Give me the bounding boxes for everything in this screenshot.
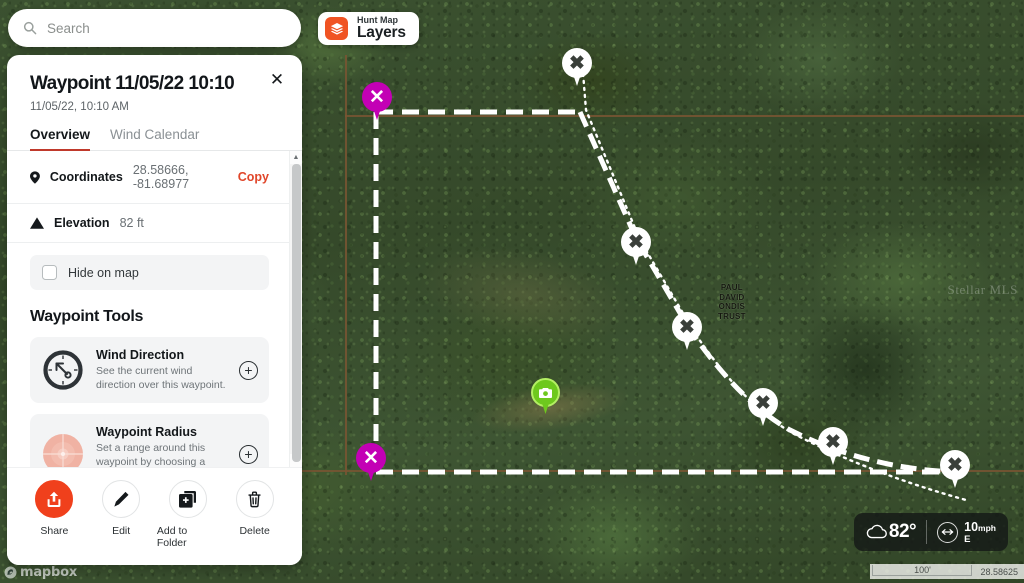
x-icon: ✖ [569, 52, 585, 74]
hunt-map-layers-button[interactable]: Hunt Map Layers [318, 12, 419, 45]
scrollbar-thumb[interactable] [291, 164, 301, 462]
hide-on-map-checkbox[interactable] [42, 265, 57, 280]
wind-arrow-icon [937, 521, 959, 543]
x-icon: ✕ [363, 447, 379, 469]
camera-icon [531, 378, 560, 407]
waypoint-tools-heading: Waypoint Tools [30, 308, 144, 325]
coordinates-value: 28.58666, -81.68977 [132, 163, 190, 191]
wind-speed-value: 10 [964, 520, 979, 534]
map-marker-white-x[interactable]: ✖ [818, 427, 848, 467]
wind-direction-value: E [964, 534, 971, 546]
add-to-folder-button[interactable]: Add to Folder [157, 480, 219, 549]
panel-tabs: Overview Wind Calendar [7, 127, 302, 151]
waypoint-detail-panel: Waypoint 11/05/22 10:10 11/05/22, 10:10 … [7, 55, 302, 565]
layers-stack-icon [325, 17, 348, 40]
hide-on-map-label: Hide on map [68, 265, 139, 280]
hide-on-map-toggle[interactable]: Hide on map [30, 255, 269, 290]
map-marker-white-x[interactable]: ✖ [621, 227, 651, 267]
layers-button-text: Hunt Map Layers [357, 15, 406, 42]
tool-wind-direction[interactable]: Wind Direction See the current wind dire… [30, 337, 269, 403]
panel-header: Waypoint 11/05/22 10:10 11/05/22, 10:10 … [7, 55, 302, 113]
section-line-vertical [345, 55, 347, 475]
section-line-horizontal-bottom [300, 470, 1024, 472]
x-icon: ✖ [947, 454, 963, 476]
waypoint-timestamp: 11/05/22, 10:10 AM [30, 101, 129, 113]
map-marker-white-x[interactable]: ✖ [562, 48, 592, 88]
copy-coordinates-button[interactable]: Copy [238, 170, 269, 184]
x-icon: ✖ [825, 431, 841, 453]
panel-content: Coordinates 28.58666, -81.68977 Copy Ele… [7, 151, 289, 467]
elevation-value: 82 ft [119, 216, 144, 230]
share-icon [35, 480, 74, 518]
coordinates-row: Coordinates 28.58666, -81.68977 Copy [7, 151, 289, 204]
app-root: PAUL DAVID ONDIS TRUST Stellar MLS ✕ ✕ ✖ ✖ … [0, 0, 1024, 583]
search-input[interactable]: Search [47, 21, 90, 36]
share-label: Share [40, 525, 69, 537]
temperature-value: 82° [888, 521, 917, 542]
page-title: Waypoint 11/05/22 10:10 [30, 73, 235, 94]
x-icon: ✖ [755, 392, 771, 414]
scale-coordinate: 28.58625 [980, 566, 1018, 577]
map-shadow-patch [790, 300, 940, 440]
pencil-icon [102, 480, 141, 518]
tab-overview[interactable]: Overview [30, 127, 91, 151]
map-pin-icon [30, 170, 40, 184]
search-icon [23, 21, 37, 35]
scrollbar-track[interactable] [289, 164, 302, 462]
wind-speed-unit: mph [978, 523, 996, 533]
stellar-mls-watermark: Stellar MLS [947, 282, 1018, 297]
share-button[interactable]: Share [23, 480, 85, 549]
add-to-folder-icon [168, 480, 207, 518]
tool-text: Waypoint Radius Set a range around this … [96, 425, 228, 467]
mapbox-attribution[interactable]: mapbox [4, 565, 77, 580]
tool-text: Wind Direction See the current wind dire… [96, 348, 228, 392]
coordinates-label: Coordinates [49, 170, 123, 184]
wind-direction-icon [41, 348, 85, 392]
map-marker-white-x[interactable]: ✖ [940, 450, 970, 490]
map-marker-magenta-x[interactable]: ✕ [362, 82, 392, 122]
map-marker-magenta-x[interactable]: ✕ [356, 443, 386, 483]
tool-description: Set a range around this waypoint by choo… [96, 442, 206, 467]
cloud-icon [866, 524, 887, 538]
map-marker-white-x[interactable]: ✖ [748, 388, 778, 428]
mountain-icon [30, 217, 44, 229]
scale-distance: 100' [872, 565, 973, 576]
tool-title: Waypoint Radius [96, 425, 197, 439]
add-to-folder-label: Add to Folder [156, 525, 188, 549]
layers-button-line2: Layers [357, 24, 406, 42]
edit-label: Edit [112, 525, 131, 537]
add-wind-direction-button[interactable]: + [239, 360, 258, 380]
delete-button[interactable]: Delete [224, 480, 286, 549]
elevation-label: Elevation [54, 216, 110, 230]
elevation-row: Elevation 82 ft [7, 204, 289, 243]
map-marker-camera[interactable] [531, 378, 560, 416]
add-waypoint-radius-button[interactable]: + [239, 444, 258, 464]
tool-title: Wind Direction [96, 348, 185, 362]
mapbox-logo-icon [4, 566, 17, 579]
section-line-horizontal-top [345, 115, 1024, 117]
tool-description: See the current wind direction over this… [96, 365, 226, 391]
waypoint-radius-icon [41, 432, 85, 467]
scroll-up-arrow[interactable]: ▲ [293, 151, 300, 164]
trash-icon [235, 480, 274, 518]
tool-waypoint-radius[interactable]: Waypoint Radius Set a range around this … [30, 414, 269, 467]
parcel-owner-label: PAUL DAVID ONDIS TRUST [718, 283, 746, 321]
scale-bar: 100' 28.58625 [870, 564, 1024, 579]
mapbox-label: mapbox [20, 565, 78, 580]
search-bar[interactable]: Search [8, 9, 301, 47]
weather-widget[interactable]: 82° 10mph E [853, 513, 1008, 551]
edit-button[interactable]: Edit [90, 480, 152, 549]
x-icon: ✖ [679, 316, 695, 338]
panel-actions: Share Edit Add to Folder Delete [7, 467, 302, 565]
wind-readout: 10mph E [964, 519, 996, 545]
panel-scrollbar[interactable]: ▲ ▼ [289, 151, 302, 467]
tab-wind-calendar[interactable]: Wind Calendar [110, 127, 199, 150]
delete-label: Delete [239, 525, 270, 537]
close-icon[interactable]: ✕ [266, 69, 288, 91]
x-icon: ✕ [369, 86, 385, 108]
x-icon: ✖ [628, 231, 644, 253]
map-marker-white-x[interactable]: ✖ [672, 312, 702, 352]
weather-divider [926, 520, 928, 544]
panel-scroll-area: Coordinates 28.58666, -81.68977 Copy Ele… [7, 151, 302, 467]
